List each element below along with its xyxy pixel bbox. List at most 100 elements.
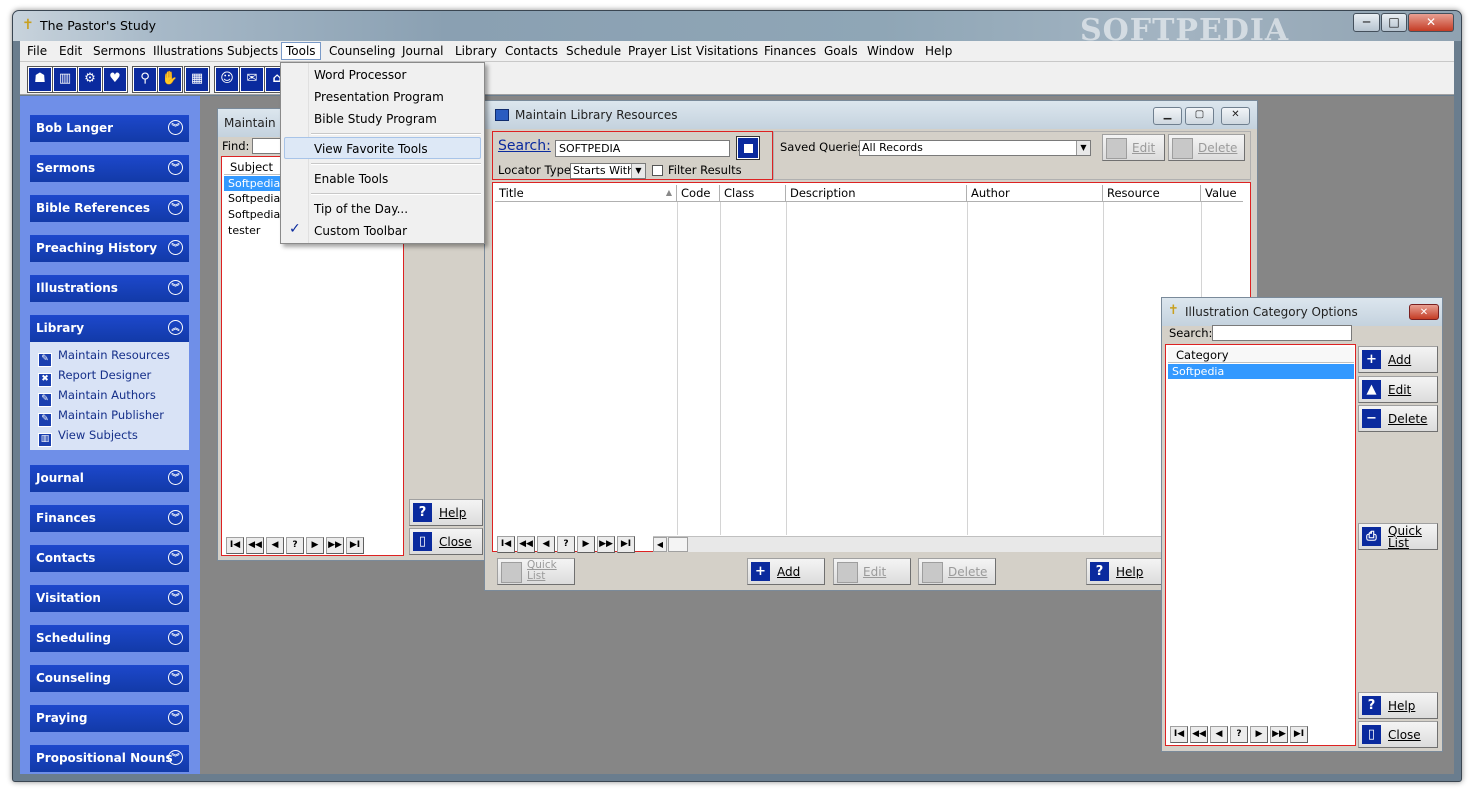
menu-goals[interactable]: Goals <box>824 44 858 58</box>
menu-item-presentation-program[interactable]: Presentation Program <box>314 90 444 104</box>
menu-contacts[interactable]: Contacts <box>505 44 558 58</box>
sidebar-group-praying[interactable]: Praying ︾ <box>30 705 189 732</box>
nav-next-button[interactable]: ▶ <box>577 536 595 553</box>
nav-next-button[interactable]: ▶ <box>1250 726 1268 743</box>
sidebar-item-maintain-authors[interactable]: ✎ Maintain Authors <box>38 388 156 407</box>
sidebar-group-contacts[interactable]: Contacts ︾ <box>30 545 189 572</box>
edit-button[interactable]: ▲ Edit <box>1358 376 1438 403</box>
sidebar-group-visitation[interactable]: Visitation ︾ <box>30 585 189 612</box>
close-window-button[interactable]: ▯ Close <box>1358 721 1438 748</box>
menu-illustrations[interactable]: Illustrations <box>153 44 223 58</box>
nav-next-button[interactable]: ▶ <box>306 537 324 554</box>
maximize-button[interactable]: ▢ <box>1185 107 1214 125</box>
list-item[interactable]: tester <box>228 224 260 237</box>
gear-icon[interactable]: ⚙ <box>77 66 103 93</box>
nav-first-button[interactable]: I◀ <box>226 537 244 554</box>
column-value[interactable]: Value <box>1201 185 1243 201</box>
nav-last-button[interactable]: ▶I <box>1290 726 1308 743</box>
minimize-button[interactable]: ─ <box>1353 13 1380 32</box>
menu-prayer-list[interactable]: Prayer List <box>628 44 692 58</box>
menu-file[interactable]: File <box>27 44 47 58</box>
quick-list-button[interactable]: Quick List <box>497 558 575 585</box>
add-button[interactable]: + Add <box>747 558 825 585</box>
horizontal-scrollbar[interactable]: ◀ <box>653 536 1248 552</box>
menu-help[interactable]: Help <box>925 44 952 58</box>
sidebar-group-scheduling[interactable]: Scheduling ︾ <box>30 625 189 652</box>
sidebar-item-view-subjects[interactable]: ▥ View Subjects <box>38 428 138 447</box>
close-button[interactable]: ✕ <box>1409 304 1439 320</box>
nav-prev-page-button[interactable]: ◀◀ <box>1190 726 1208 743</box>
filter-results-checkbox[interactable] <box>652 165 663 176</box>
menu-visitations[interactable]: Visitations <box>696 44 758 58</box>
menu-finances[interactable]: Finances <box>764 44 816 58</box>
column-title[interactable]: Title ▲ <box>495 185 677 201</box>
menu-item-bible-study-program[interactable]: Bible Study Program <box>314 112 437 126</box>
column-code[interactable]: Code <box>677 185 720 201</box>
nav-next-page-button[interactable]: ▶▶ <box>326 537 344 554</box>
calendar-icon[interactable]: ▦ <box>184 66 210 93</box>
sidebar-group-counseling[interactable]: Counseling ︾ <box>30 665 189 692</box>
delete-button[interactable]: Delete <box>918 558 996 585</box>
nav-prev-page-button[interactable]: ◀◀ <box>517 536 535 553</box>
menu-item-view-favorite-tools[interactable]: View Favorite Tools <box>314 142 428 156</box>
close-button[interactable]: ✕ <box>1221 107 1250 125</box>
close-button[interactable]: ▯ Close <box>409 528 483 555</box>
nav-prev-button[interactable]: ◀ <box>1210 726 1228 743</box>
delete-button[interactable]: − Delete <box>1358 405 1438 432</box>
sidebar-group-preaching-history[interactable]: Preaching History ︾ <box>30 235 189 262</box>
menu-item-enable-tools[interactable]: Enable Tools <box>314 172 388 186</box>
close-button[interactable]: ✕ <box>1408 13 1454 32</box>
add-button[interactable]: + Add <box>1358 346 1438 373</box>
search-input[interactable] <box>555 140 730 157</box>
locator-type-select[interactable]: Starts With ▼ <box>570 163 646 179</box>
sidebar-group-journal[interactable]: Journal ︾ <box>30 465 189 492</box>
scroll-thumb[interactable] <box>668 537 688 552</box>
hands-icon[interactable]: ✋ <box>157 66 183 93</box>
help-button[interactable]: ? Help <box>1086 558 1164 585</box>
menu-subjects[interactable]: Subjects <box>227 44 278 58</box>
edit-button[interactable]: Edit <box>833 558 911 585</box>
envelope-icon[interactable]: ✉ <box>239 66 265 93</box>
family-icon[interactable]: ☗ <box>27 66 53 93</box>
nav-prev-button[interactable]: ◀ <box>266 537 284 554</box>
nav-prev-button[interactable]: ◀ <box>537 536 555 553</box>
scroll-left-icon[interactable]: ◀ <box>653 537 667 552</box>
delete-query-button[interactable]: Delete <box>1168 134 1245 161</box>
nav-first-button[interactable]: I◀ <box>1170 726 1188 743</box>
nav-last-button[interactable]: ▶I <box>617 536 635 553</box>
menu-item-word-processor[interactable]: Word Processor <box>314 68 406 82</box>
quick-list-button[interactable]: ⎙ Quick List <box>1358 523 1438 550</box>
minimize-button[interactable]: ▁ <box>1153 107 1182 125</box>
nav-next-page-button[interactable]: ▶▶ <box>597 536 615 553</box>
menu-counseling[interactable]: Counseling <box>329 44 395 58</box>
nav-next-page-button[interactable]: ▶▶ <box>1270 726 1288 743</box>
sidebar-group-illustrations[interactable]: Illustrations ︾ <box>30 275 189 302</box>
help-button[interactable]: ? Help <box>409 499 483 526</box>
sidebar-group-sermons[interactable]: Sermons ︾ <box>30 155 189 182</box>
column-resource[interactable]: Resource <box>1103 185 1201 201</box>
sidebar-item-maintain-publisher[interactable]: ✎ Maintain Publisher <box>38 408 164 427</box>
menu-item-tip-of-the-day[interactable]: Tip of the Day... <box>314 202 408 216</box>
help-button[interactable]: ? Help <box>1358 692 1438 719</box>
menu-sermons[interactable]: Sermons <box>93 44 146 58</box>
sidebar-group-bob-langer[interactable]: Bob Langer ︾ <box>30 115 189 142</box>
heart-icon[interactable]: ♥ <box>102 66 128 93</box>
people-icon[interactable]: ☺ <box>214 66 240 93</box>
column-class[interactable]: Class <box>720 185 786 201</box>
menu-journal[interactable]: Journal <box>402 44 444 58</box>
sidebar-group-library[interactable]: Library ︽ <box>30 315 189 342</box>
sidebar-group-propositional-nouns[interactable]: Propositional Nouns ︾ <box>30 745 189 772</box>
find-input[interactable] <box>252 138 282 154</box>
list-item[interactable]: Softpedia <box>224 176 280 191</box>
menu-library[interactable]: Library <box>455 44 497 58</box>
menu-edit[interactable]: Edit <box>59 44 82 58</box>
edit-query-button[interactable]: Edit <box>1102 134 1165 161</box>
nav-last-button[interactable]: ▶I <box>346 537 364 554</box>
menu-item-custom-toolbar[interactable]: Custom Toolbar <box>314 224 407 238</box>
nav-help-button[interactable]: ? <box>1230 726 1248 743</box>
nav-prev-page-button[interactable]: ◀◀ <box>246 537 264 554</box>
menu-schedule[interactable]: Schedule <box>566 44 621 58</box>
search-input[interactable] <box>1212 325 1352 341</box>
category-column-header[interactable]: Category <box>1168 347 1354 363</box>
sidebar-item-report-designer[interactable]: ✖ Report Designer <box>38 368 151 387</box>
